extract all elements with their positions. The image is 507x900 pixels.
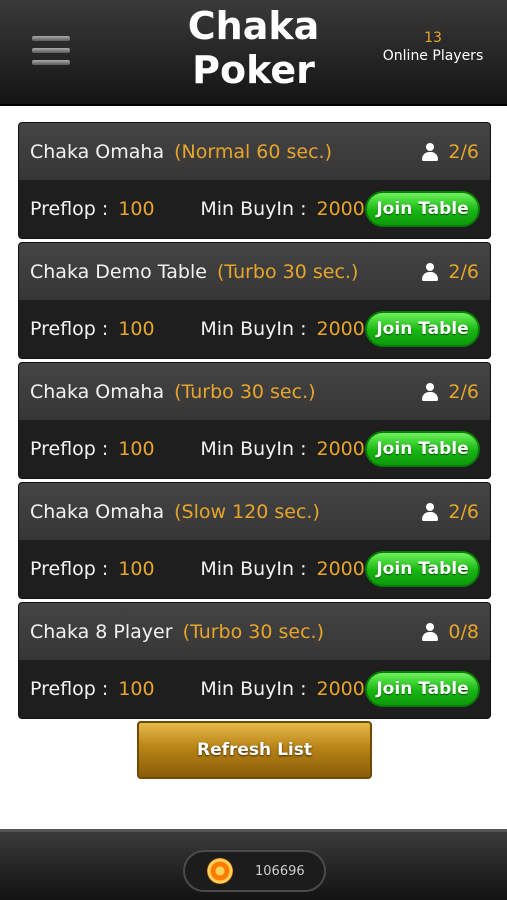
table-card-details: Preflop : 100 Min BuyIn : 2000 Join Tabl…: [19, 660, 490, 718]
user-icon: [422, 382, 439, 401]
table-card[interactable]: Chaka 8 Player (Turbo 30 sec.) 0/8 Prefl…: [18, 602, 491, 719]
app-title: Chaka Poker: [150, 4, 357, 92]
preflop-value: 100: [118, 318, 155, 340]
table-card[interactable]: Chaka Omaha (Normal 60 sec.) 2/6 Preflop…: [18, 122, 491, 239]
chip-amount: 106696: [255, 863, 305, 879]
table-speed: (Slow 120 sec.): [174, 500, 320, 523]
online-count: 13: [424, 30, 442, 46]
min-buyin-label: Min BuyIn :: [200, 558, 307, 580]
preflop-label: Preflop :: [30, 318, 109, 340]
join-table-button[interactable]: Join Table: [365, 431, 480, 467]
table-card-header: Chaka Omaha (Normal 60 sec.) 2/6: [19, 123, 490, 180]
online-players: 13 Online Players: [373, 30, 493, 64]
table-card-header: Chaka 8 Player (Turbo 30 sec.) 0/8: [19, 603, 490, 660]
min-buyin-value: 2000: [316, 198, 365, 220]
min-buyin-label: Min BuyIn :: [200, 198, 307, 220]
table-name: Chaka Omaha: [30, 380, 165, 403]
players-count: 0/8: [448, 620, 479, 643]
players-count: 2/6: [448, 260, 479, 283]
preflop-label: Preflop :: [30, 198, 109, 220]
table-players: 2/6: [422, 483, 479, 540]
table-speed: (Turbo 30 sec.): [174, 380, 316, 403]
players-count: 2/6: [448, 500, 479, 523]
table-card-details: Preflop : 100 Min BuyIn : 2000 Join Tabl…: [19, 420, 490, 478]
players-count: 2/6: [448, 380, 479, 403]
table-speed: (Turbo 30 sec.): [182, 620, 324, 643]
table-card[interactable]: Chaka Omaha (Turbo 30 sec.) 2/6 Preflop …: [18, 362, 491, 479]
join-table-button[interactable]: Join Table: [365, 671, 480, 707]
min-buyin-label: Min BuyIn :: [200, 438, 307, 460]
refresh-list-button[interactable]: Refresh List: [137, 721, 372, 779]
app-header: Chaka Poker 13 Online Players: [0, 0, 507, 106]
app-title-line2: Poker: [192, 48, 315, 92]
hamburger-menu-icon[interactable]: [32, 36, 70, 66]
preflop-label: Preflop :: [30, 678, 109, 700]
table-players: 0/8: [422, 603, 479, 660]
app-title-line1: Chaka: [187, 4, 320, 48]
players-count: 2/6: [448, 140, 479, 163]
table-card[interactable]: Chaka Demo Table (Turbo 30 sec.) 2/6 Pre…: [18, 242, 491, 359]
min-buyin-label: Min BuyIn :: [200, 678, 307, 700]
table-players: 2/6: [422, 123, 479, 180]
preflop-value: 100: [118, 558, 155, 580]
preflop-label: Preflop :: [30, 558, 109, 580]
user-icon: [422, 622, 439, 641]
preflop-value: 100: [118, 678, 155, 700]
user-icon: [422, 142, 439, 161]
footer-bar: 106696: [0, 829, 507, 900]
user-icon: [422, 262, 439, 281]
table-card[interactable]: Chaka Omaha (Slow 120 sec.) 2/6 Preflop …: [18, 482, 491, 599]
table-name: Chaka 8 Player: [30, 620, 173, 643]
join-table-button[interactable]: Join Table: [365, 191, 480, 227]
join-table-button[interactable]: Join Table: [365, 311, 480, 347]
poker-chip-icon: [207, 858, 233, 884]
preflop-value: 100: [118, 198, 155, 220]
min-buyin-value: 2000: [316, 558, 365, 580]
table-name: Chaka Omaha: [30, 140, 165, 163]
table-name: Chaka Omaha: [30, 500, 165, 523]
table-card-details: Preflop : 100 Min BuyIn : 2000 Join Tabl…: [19, 540, 490, 598]
join-table-button[interactable]: Join Table: [365, 551, 480, 587]
min-buyin-value: 2000: [316, 438, 365, 460]
preflop-label: Preflop :: [30, 438, 109, 460]
table-card-details: Preflop : 100 Min BuyIn : 2000 Join Tabl…: [19, 180, 490, 238]
min-buyin-value: 2000: [316, 318, 365, 340]
online-label: Online Players: [382, 48, 484, 64]
table-players: 2/6: [422, 243, 479, 300]
table-card-header: Chaka Demo Table (Turbo 30 sec.) 2/6: [19, 243, 490, 300]
min-buyin-value: 2000: [316, 678, 365, 700]
table-speed: (Turbo 30 sec.): [216, 260, 359, 283]
min-buyin-label: Min BuyIn :: [200, 318, 307, 340]
table-name: Chaka Demo Table: [30, 260, 207, 283]
table-list: Chaka Omaha (Normal 60 sec.) 2/6 Preflop…: [18, 122, 491, 722]
chip-balance[interactable]: 106696: [183, 850, 326, 892]
user-icon: [422, 502, 439, 521]
preflop-value: 100: [118, 438, 155, 460]
table-card-details: Preflop : 100 Min BuyIn : 2000 Join Tabl…: [19, 300, 490, 358]
table-players: 2/6: [422, 363, 479, 420]
table-speed: (Normal 60 sec.): [174, 140, 333, 163]
table-card-header: Chaka Omaha (Turbo 30 sec.) 2/6: [19, 363, 490, 420]
table-card-header: Chaka Omaha (Slow 120 sec.) 2/6: [19, 483, 490, 540]
